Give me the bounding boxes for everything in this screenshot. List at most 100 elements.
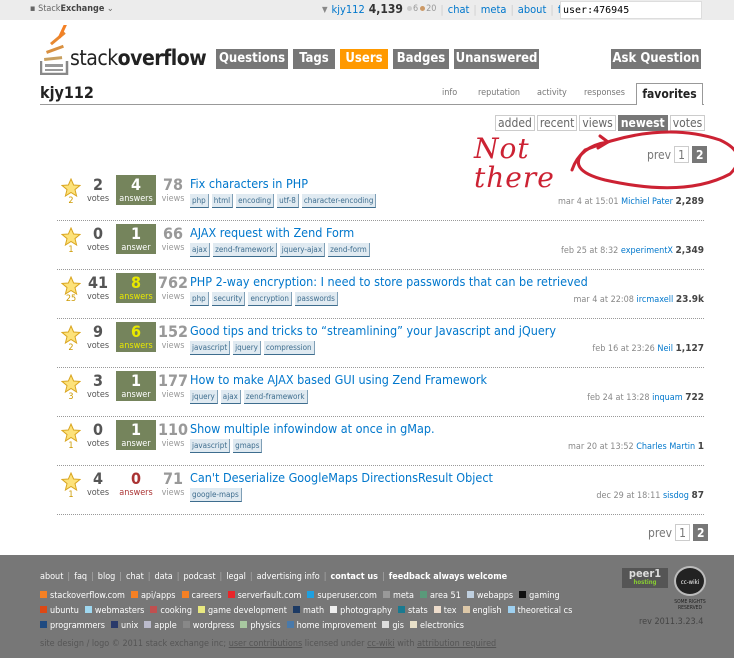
user-link[interactable]: Neil [657, 344, 673, 354]
tag[interactable]: php [190, 292, 209, 306]
stackoverflow-logo[interactable]: stackoverflow [40, 25, 210, 75]
tag[interactable]: javascript [190, 341, 231, 355]
cc-wiki-badge[interactable]: cc-wiki [674, 566, 706, 596]
network-site-link[interactable]: english [462, 604, 502, 619]
user-link[interactable]: experimentX [621, 246, 673, 256]
network-site-link[interactable]: programmers [40, 619, 105, 634]
attribution-link[interactable]: attribution required [417, 639, 496, 649]
footer-link[interactable]: about [40, 572, 63, 582]
question-title-link[interactable]: How to make AJAX based GUI using Zend Fr… [190, 372, 487, 387]
peer1-logo[interactable]: peer1 hosting [622, 568, 668, 588]
tag[interactable]: passwords [294, 292, 338, 306]
user-link[interactable]: sisdog [663, 491, 689, 501]
sort-recent[interactable]: recent [536, 115, 578, 131]
tag[interactable]: php [190, 194, 209, 208]
user-link[interactable]: kjy112 [332, 3, 365, 16]
question-title-link[interactable]: PHP 2-way encryption: I need to store pa… [190, 274, 588, 289]
network-site-link[interactable]: meta [382, 589, 414, 604]
tag[interactable]: character-encoding [301, 194, 377, 208]
network-site-link[interactable]: webmasters [84, 604, 144, 619]
user-link[interactable]: inquam [652, 393, 683, 403]
nav-questions[interactable]: Questions [216, 49, 288, 69]
user-link[interactable]: ircmaxell [637, 295, 674, 305]
question-title-link[interactable]: AJAX request with Zend Form [190, 225, 354, 240]
user-link[interactable]: Michiel Pater [621, 197, 673, 207]
inbox-arrow-icon[interactable]: ▼ [322, 5, 328, 14]
nav-badges[interactable]: Badges [393, 49, 449, 69]
network-site-link[interactable]: stackoverflow.com [40, 589, 125, 604]
about-link[interactable]: about [518, 3, 547, 16]
favorite-star-icon[interactable] [61, 423, 81, 443]
network-site-link[interactable]: math [292, 604, 324, 619]
tag[interactable]: jquery-ajax [279, 243, 326, 257]
tag[interactable]: zend-framework [213, 243, 277, 257]
tag[interactable]: jquery [190, 390, 218, 404]
tab-info[interactable]: info [442, 88, 457, 98]
tag[interactable]: encryption [248, 292, 292, 306]
footer-link[interactable]: feedback always welcome [389, 572, 507, 582]
nav-unanswered[interactable]: Unanswered [454, 49, 539, 69]
user-link[interactable]: Charles Martin [636, 442, 695, 452]
favorite-star-icon[interactable] [61, 374, 81, 394]
tag[interactable]: ajax [190, 243, 211, 257]
tab-responses[interactable]: responses [584, 88, 625, 98]
tag[interactable]: html [211, 194, 234, 208]
footer-link[interactable]: faq [74, 572, 87, 582]
pager-prev[interactable]: prev [648, 526, 672, 540]
tag[interactable]: jquery [233, 341, 261, 355]
footer-link[interactable]: data [154, 572, 172, 582]
nav-tags[interactable]: Tags [293, 49, 335, 69]
favorite-star-icon[interactable] [61, 325, 81, 345]
chat-link[interactable]: chat [448, 3, 470, 16]
favorite-star-icon[interactable] [61, 178, 81, 198]
sort-votes[interactable]: votes [669, 115, 706, 131]
tag[interactable]: utf-8 [277, 194, 299, 208]
network-site-link[interactable]: photography [330, 604, 392, 619]
footer-link[interactable]: advertising info [257, 572, 320, 582]
tab-activity[interactable]: activity [537, 88, 567, 98]
footer-link[interactable]: blog [98, 572, 116, 582]
favorite-star-icon[interactable] [61, 276, 81, 296]
sort-newest[interactable]: newest [617, 115, 668, 131]
favorite-star-icon[interactable] [61, 227, 81, 247]
network-site-link[interactable]: gis [382, 619, 404, 634]
question-title-link[interactable]: Good tips and tricks to “streamlining” y… [190, 323, 556, 338]
tag[interactable]: compression [263, 341, 315, 355]
network-site-link[interactable]: api/apps [130, 589, 176, 604]
footer-link[interactable]: contact us [330, 572, 378, 582]
pager-page-1[interactable]: 1 [675, 524, 690, 541]
user-contributions-link[interactable]: user contributions [229, 639, 303, 649]
ask-question-button[interactable]: Ask Question [611, 49, 701, 69]
network-site-link[interactable]: game development [197, 604, 287, 619]
network-site-link[interactable]: gaming [519, 589, 560, 604]
question-title-link[interactable]: Fix characters in PHP [190, 176, 308, 191]
tag[interactable]: javascript [190, 439, 231, 453]
sort-views[interactable]: views [579, 115, 616, 131]
network-site-link[interactable]: apple [144, 619, 177, 634]
network-site-link[interactable]: ubuntu [40, 604, 79, 619]
tag[interactable]: zend-framework [243, 390, 308, 404]
network-site-link[interactable]: tex [433, 604, 457, 619]
tag[interactable]: ajax [220, 390, 241, 404]
network-site-link[interactable]: serverfault.com [227, 589, 301, 604]
tab-favorites[interactable]: favorites [636, 83, 703, 105]
network-site-link[interactable]: physics [240, 619, 281, 634]
question-title-link[interactable]: Show multiple infowindow at once in gMap… [190, 421, 435, 436]
footer-link[interactable]: legal [226, 572, 246, 582]
tag[interactable]: gmaps [233, 439, 263, 453]
pager-page-2[interactable]: 2 [692, 524, 709, 541]
network-site-link[interactable]: superuser.com [307, 589, 377, 604]
tag[interactable]: security [211, 292, 246, 306]
network-site-link[interactable]: electronics [410, 619, 464, 634]
sort-added[interactable]: added [495, 115, 535, 131]
footer-link[interactable]: podcast [183, 572, 215, 582]
network-site-link[interactable]: unix [110, 619, 138, 634]
footer-link[interactable]: chat [126, 572, 144, 582]
network-site-link[interactable]: cooking [150, 604, 192, 619]
tag[interactable]: encoding [236, 194, 275, 208]
question-title-link[interactable]: Can't Deserialize GoogleMaps DirectionsR… [190, 470, 493, 485]
tag[interactable]: zend-form [328, 243, 370, 257]
favorite-star-icon[interactable] [61, 472, 81, 492]
network-site-link[interactable]: stats [397, 604, 428, 619]
nav-users[interactable]: Users [340, 49, 388, 69]
